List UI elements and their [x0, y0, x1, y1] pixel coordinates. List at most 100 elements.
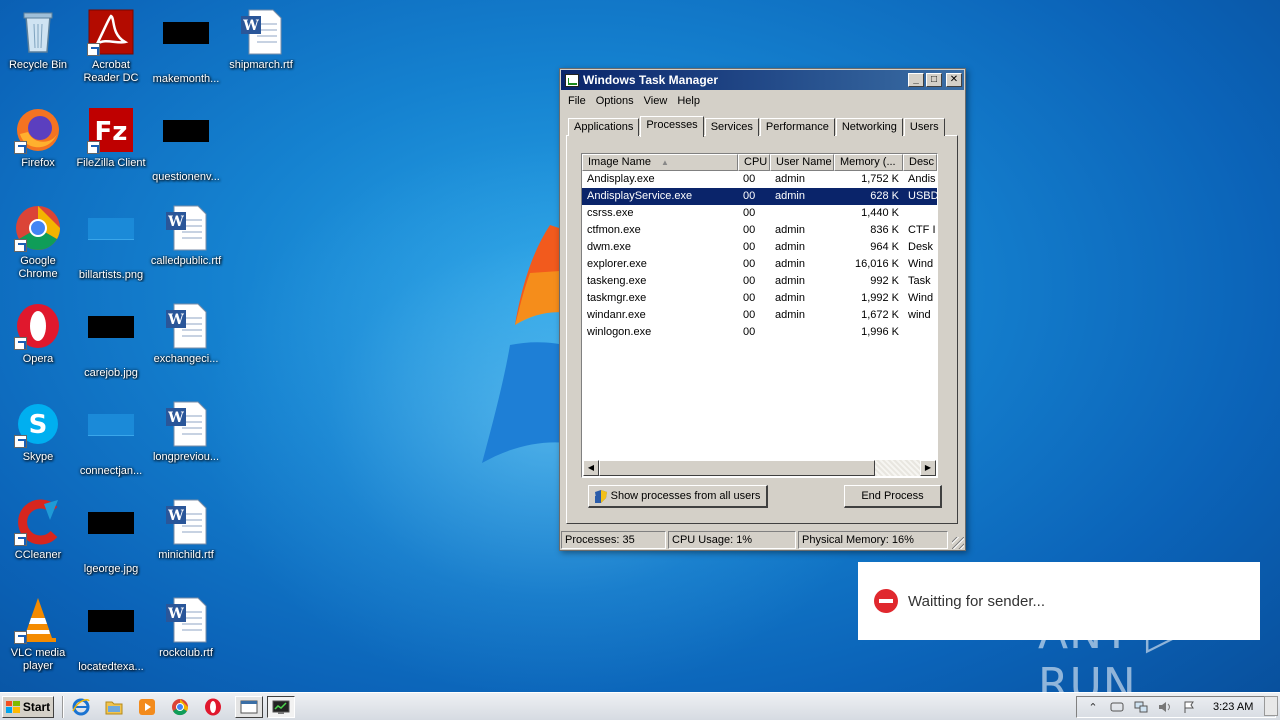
menu-help[interactable]: Help — [672, 95, 705, 107]
shortcut-arrow-icon — [14, 239, 27, 252]
show-all-processes-button[interactable]: Show processes from all users — [588, 485, 768, 508]
table-row-selected[interactable]: AndisplayService.exe 00 admin 628 K USBD — [582, 188, 937, 205]
table-row[interactable]: dwm.exe 00 admin 964 K Desk — [582, 239, 937, 256]
column-image-name[interactable]: Image Name ▲ — [582, 154, 738, 171]
svg-text:S: S — [29, 410, 48, 440]
uac-shield-icon — [594, 489, 607, 503]
word-document-icon: W — [237, 8, 285, 56]
process-list-header: Image Name ▲ CPU User Name Memory (... De… — [582, 154, 937, 171]
desktop-icon-skype[interactable]: S Skype — [0, 400, 76, 464]
internet-explorer-icon[interactable] — [70, 696, 92, 718]
taskbar-item-task-manager[interactable] — [267, 695, 295, 718]
image-file-icon — [87, 316, 135, 364]
tab-processes[interactable]: Processes — [640, 116, 704, 137]
desktop-icon-recycle-bin[interactable]: Recycle Bin — [0, 8, 76, 72]
desktop-icon-filezilla[interactable]: Fz FileZilla Client — [73, 106, 149, 170]
windows-flag-icon — [5, 700, 20, 713]
image-file-icon — [87, 414, 135, 462]
svg-text:W: W — [167, 312, 184, 328]
horizontal-scrollbar[interactable]: ◀ ▶ — [583, 460, 936, 476]
svg-text:W: W — [167, 410, 184, 426]
table-row[interactable]: ctfmon.exe 00 admin 836 K CTF I — [582, 222, 937, 239]
desktop-icon-minichild[interactable]: W minichild.rtf — [148, 498, 224, 562]
menu-bar: File Options View Help — [560, 91, 965, 111]
chrome-icon[interactable] — [169, 696, 191, 718]
start-button[interactable]: Start — [2, 695, 54, 718]
process-list[interactable]: Image Name ▲ CPU User Name Memory (... De… — [581, 153, 938, 478]
svg-text:W: W — [167, 214, 184, 230]
folder-icon[interactable] — [103, 696, 125, 718]
tab-networking[interactable]: Networking — [835, 118, 903, 136]
show-hidden-icons-chevron-icon[interactable]: ⌃ — [1085, 700, 1101, 714]
desktop-icon-vlc[interactable]: VLC media player — [0, 596, 76, 673]
task-manager-window: Windows Task Manager _ □ ✕ File Options … — [559, 68, 966, 551]
scroll-right-icon[interactable]: ▶ — [920, 460, 936, 476]
show-desktop-button[interactable] — [1264, 696, 1278, 716]
desktop-icon-questionenv[interactable]: questionenv... — [148, 106, 224, 184]
desktop-icon-billartists[interactable]: billartists.png — [73, 204, 149, 282]
taskbar-separator — [62, 695, 64, 718]
shortcut-arrow-icon — [14, 435, 27, 448]
end-process-button[interactable]: End Process — [844, 485, 942, 508]
desktop-icon-google-chrome[interactable]: Google Chrome — [0, 204, 76, 281]
tab-applications[interactable]: Applications — [568, 118, 640, 136]
scroll-left-icon[interactable]: ◀ — [583, 460, 599, 476]
desktop-icon-acrobat-reader[interactable]: Acrobat Reader DC — [73, 8, 149, 85]
volume-icon[interactable] — [1157, 700, 1173, 714]
tab-strip: Applications Processes Services Performa… — [568, 116, 946, 137]
menu-file[interactable]: File — [563, 95, 591, 107]
maximize-button[interactable]: □ — [926, 73, 942, 87]
column-description[interactable]: Desc — [903, 154, 937, 171]
desktop-icon-ccleaner[interactable]: CCleaner — [0, 498, 76, 562]
desktop-icon-lgeorge[interactable]: lgeorge.jpg — [73, 498, 149, 576]
tab-users[interactable]: Users — [903, 118, 945, 136]
tab-services[interactable]: Services — [704, 118, 759, 136]
opera-icon — [14, 302, 62, 350]
desktop-icon-carejob[interactable]: carejob.jpg — [73, 302, 149, 380]
status-processes: Processes: 35 — [561, 531, 666, 549]
desktop-icon-shipmarch[interactable]: W shipmarch.rtf — [223, 8, 299, 72]
desktop-icon-connectjan[interactable]: connectjan... — [73, 400, 149, 478]
minimize-button[interactable]: _ — [908, 73, 924, 87]
desktop: Recycle Bin Firefox Google Chrome Opera … — [0, 0, 1280, 692]
image-file-icon — [162, 22, 210, 70]
table-row[interactable]: windanr.exe 00 admin 1,672 K wind — [582, 307, 937, 324]
system-tray: ⌃ 3:23 AM — [1076, 696, 1276, 718]
table-row[interactable]: taskeng.exe 00 admin 992 K Task — [582, 273, 937, 290]
word-document-icon: W — [162, 498, 210, 546]
menu-options[interactable]: Options — [591, 95, 639, 107]
opera-icon[interactable] — [202, 696, 224, 718]
desktop-icon-locatedtexa[interactable]: locatedtexa... — [73, 596, 149, 674]
close-button[interactable]: ✕ — [946, 73, 962, 87]
table-row[interactable]: explorer.exe 00 admin 16,016 K Wind — [582, 256, 937, 273]
action-center-icon[interactable] — [1109, 700, 1125, 714]
table-row[interactable]: taskmgr.exe 00 admin 1,992 K Wind — [582, 290, 937, 307]
resize-grip[interactable] — [952, 537, 964, 549]
tab-performance[interactable]: Performance — [759, 118, 835, 136]
desktop-icon-longpreviou[interactable]: W longpreviou... — [148, 400, 224, 464]
desktop-icon-firefox[interactable]: Firefox — [0, 106, 76, 170]
desktop-icon-makemonth[interactable]: makemonth... — [148, 8, 224, 86]
table-row[interactable]: csrss.exe 00 1,440 K — [582, 205, 937, 222]
table-row[interactable]: winlogon.exe 00 1,996 K — [582, 324, 937, 341]
clock[interactable]: 3:23 AM — [1213, 701, 1253, 713]
column-user-name[interactable]: User Name — [770, 154, 834, 171]
status-bar: Processes: 35 CPU Usage: 1% Physical Mem… — [561, 531, 964, 549]
desktop-icon-calledpublic[interactable]: W calledpublic.rtf — [148, 204, 224, 268]
scroll-track[interactable] — [875, 460, 920, 476]
media-player-icon[interactable] — [136, 696, 158, 718]
table-row[interactable]: Andisplay.exe 00 admin 1,752 K Andis — [582, 171, 937, 188]
column-memory[interactable]: Memory (... — [834, 154, 903, 171]
menu-view[interactable]: View — [639, 95, 673, 107]
title-bar[interactable]: Windows Task Manager _ □ ✕ — [561, 70, 964, 90]
skype-icon: S — [14, 400, 62, 448]
column-cpu[interactable]: CPU — [738, 154, 770, 171]
desktop-icon-opera[interactable]: Opera — [0, 302, 76, 366]
taskbar-item-explorer[interactable] — [235, 695, 263, 718]
desktop-icon-exchangeci[interactable]: W exchangeci... — [148, 302, 224, 366]
scroll-thumb[interactable] — [599, 460, 875, 476]
sort-ascending-icon: ▲ — [660, 158, 669, 167]
network-icon[interactable] — [1133, 700, 1149, 714]
desktop-icon-rockclub[interactable]: W rockclub.rtf — [148, 596, 224, 660]
flag-icon[interactable] — [1181, 700, 1197, 714]
